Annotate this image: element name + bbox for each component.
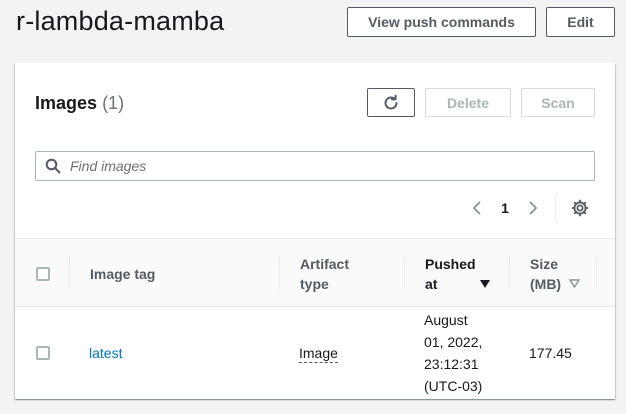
image-tag-link[interactable]: latest: [89, 342, 122, 364]
search-icon: [36, 158, 70, 174]
artifact-type-value[interactable]: Image: [299, 344, 338, 363]
column-artifact-label-2: type: [300, 275, 329, 292]
size-value: 177.45: [529, 345, 572, 361]
row-checkbox[interactable]: [35, 346, 50, 360]
column-size[interactable]: Size (MB): [510, 239, 597, 308]
select-all-checkbox[interactable]: [35, 266, 50, 281]
pushed-at-line-2: 01, 2022,: [424, 334, 483, 350]
view-push-commands-button[interactable]: View push commands: [347, 7, 536, 37]
column-image-tag-label: Image tag: [90, 265, 156, 282]
column-image-tag[interactable]: Image tag: [70, 239, 280, 308]
row-artifact-type: Image: [280, 307, 405, 399]
delete-button[interactable]: Delete: [425, 88, 511, 117]
edit-button[interactable]: Edit: [546, 7, 615, 37]
pager-divider: [555, 194, 556, 222]
row-select-cell: [15, 307, 70, 399]
column-size-label-2: (MB): [530, 275, 562, 292]
column-artifact-type[interactable]: Artifact type: [280, 239, 405, 308]
refresh-icon: [384, 94, 398, 109]
image-count: (1): [102, 93, 125, 113]
column-pushed-label-1: Pushed: [425, 255, 476, 272]
page-title: r-lambda-mamba: [16, 6, 225, 36]
pushed-at-line-1: August: [424, 312, 468, 328]
sort-inactive-icon: [569, 279, 581, 288]
column-artifact-label-1: Artifact: [300, 255, 350, 272]
column-divider: [596, 257, 597, 289]
search-input[interactable]: [70, 153, 594, 179]
search-box[interactable]: [35, 151, 595, 181]
refresh-button[interactable]: [367, 88, 415, 117]
images-panel: Images (1) Delete Scan 1: [15, 63, 615, 399]
pagination: 1: [465, 194, 592, 222]
pushed-at-line-4: (UTC-03): [424, 378, 483, 394]
table-header: Image tag Artifact type Pushed at Size (…: [15, 238, 615, 307]
settings-gear-icon[interactable]: [568, 196, 592, 220]
column-size-label-1: Size: [530, 255, 559, 272]
select-all-cell: [15, 239, 70, 308]
column-pushed-at[interactable]: Pushed at: [405, 239, 510, 308]
chevron-left-icon[interactable]: [465, 196, 489, 220]
row-image-tag: latest: [70, 307, 280, 399]
row-size: 177.45: [510, 307, 597, 399]
row-pushed-at: August 01, 2022, 23:12:31 (UTC-03): [405, 307, 510, 399]
chevron-right-icon[interactable]: [521, 196, 545, 220]
column-pushed-label-2: at: [425, 275, 438, 292]
panel-title-label: Images: [35, 93, 98, 113]
pushed-at-line-3: 23:12:31: [424, 356, 479, 372]
table-row: latest Image August 01, 2022, 23:12:31 (…: [15, 307, 615, 399]
page-number[interactable]: 1: [489, 200, 521, 216]
scan-button[interactable]: Scan: [521, 88, 595, 117]
sort-descending-icon: [480, 279, 490, 288]
panel-title: Images (1): [35, 93, 124, 114]
